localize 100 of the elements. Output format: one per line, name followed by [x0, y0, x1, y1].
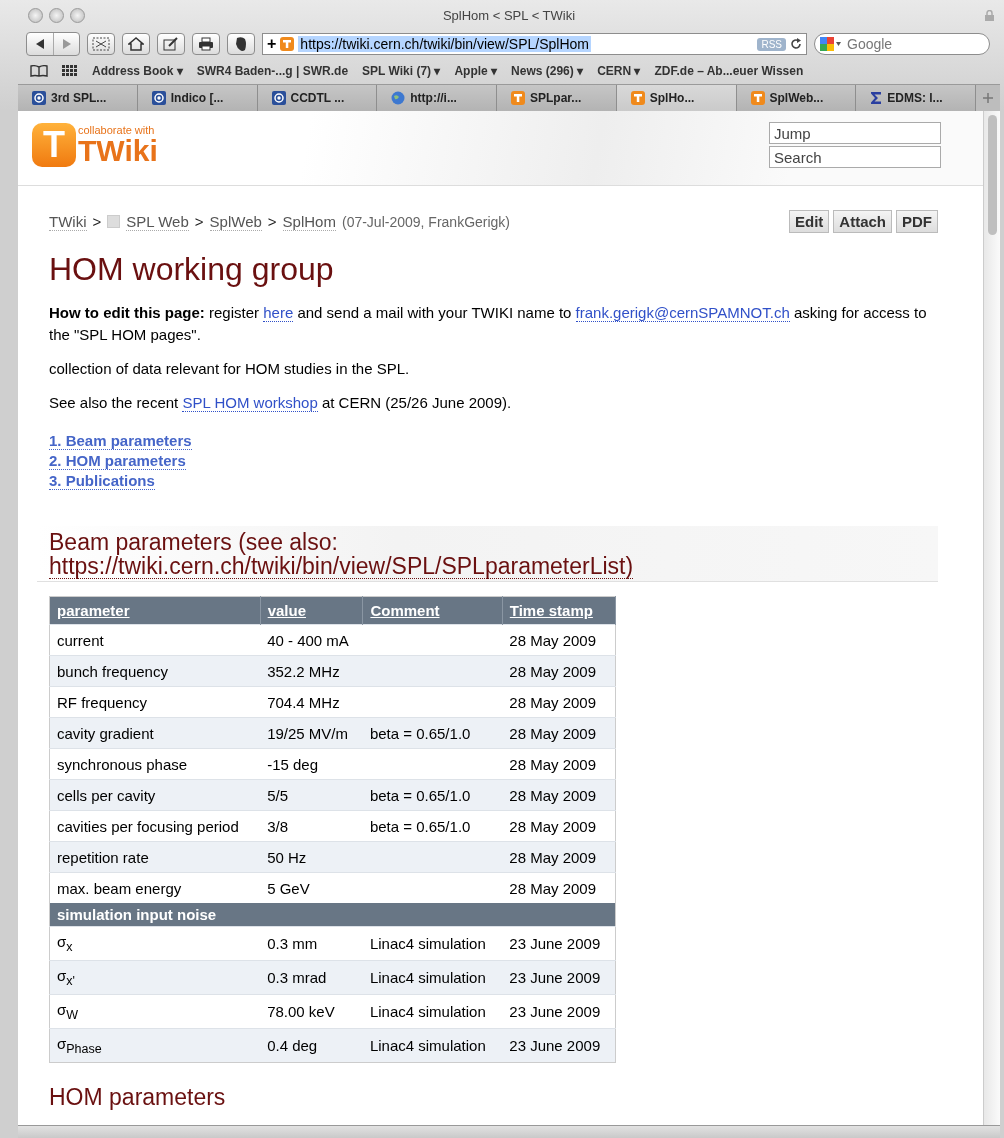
address-bar[interactable]: + https://twiki.cern.ch/twiki/bin/view/SPL/SplHom RSS [262, 33, 807, 55]
print-button[interactable] [192, 33, 220, 55]
globe-icon [391, 91, 406, 105]
scissors-icon [92, 37, 110, 51]
breadcrumb-link[interactable]: SplWeb [209, 212, 262, 231]
web-icon [107, 215, 121, 228]
breadcrumb-link[interactable]: SPL Web [126, 212, 189, 231]
search-field[interactable]: Google [814, 33, 990, 55]
table-cell: current [49, 624, 261, 656]
table-cell: σ$_{Phase}$ [49, 1028, 261, 1063]
table-cell: 352.2 MHz [260, 655, 363, 687]
table-cell: 28 May 2009 [502, 841, 616, 873]
table-cell: 704.4 MHz [260, 686, 363, 718]
book-icon[interactable] [30, 65, 48, 77]
snippet-button[interactable] [87, 33, 115, 55]
table-cell: max. beam energy [49, 872, 261, 903]
browser-tab[interactable]: CCDTL ... [257, 85, 378, 111]
table-cell: 3/8 [260, 810, 363, 842]
table-cell: 28 May 2009 [502, 624, 616, 656]
left-arrow-icon [35, 39, 45, 49]
cern-icon [271, 91, 286, 105]
text-link[interactable]: here [263, 304, 294, 322]
twiki-icon [630, 91, 645, 105]
table-cell: 28 May 2009 [502, 810, 616, 842]
table-cell: 78.00 keV [260, 994, 363, 1029]
bookmark-item[interactable]: Apple ▾ [454, 64, 498, 78]
jump-field[interactable]: Jump [769, 122, 941, 144]
bookmark-item[interactable]: Address Book ▾ [92, 64, 183, 78]
lock-icon [985, 9, 994, 21]
table-cell: 0.4 deg [260, 1028, 363, 1063]
table-cell: 23 June 2009 [502, 960, 616, 995]
paragraph: See also the recent SPL HOM workshop at CERN (25/26 June 2009). [49, 393, 513, 414]
bookmark-item[interactable]: ZDF.de – Ab...euer Wissen [654, 64, 804, 78]
logo-tagline: collaborate with [78, 124, 156, 136]
breadcrumb-link[interactable]: SplHom [282, 212, 336, 231]
sigma-icon [870, 91, 883, 105]
table-cell: cells per cavity [49, 779, 261, 811]
table-cell: σ$_{W}$ [49, 994, 261, 1029]
paragraph: collection of data relevant for HOM studies in the SPL. [49, 359, 411, 379]
action-button[interactable]: Edit [789, 210, 830, 233]
group-header: simulation input noise [49, 903, 261, 927]
table-cell: 23 June 2009 [502, 926, 616, 961]
text-link[interactable]: SPL HOM workshop [182, 394, 318, 412]
bookmark-item[interactable]: SPL Wiki (7) ▾ [362, 64, 441, 78]
elephant-icon [234, 36, 248, 52]
table-cell: 0.3 mrad [260, 960, 363, 995]
elephant-button[interactable] [227, 33, 255, 55]
breadcrumb-separator: > [194, 213, 204, 230]
table-cell: 28 May 2009 [502, 655, 616, 687]
breadcrumb-link[interactable]: TWiki [49, 212, 87, 231]
toc-link[interactable]: 2. HOM parameters [49, 452, 186, 470]
home-icon [128, 37, 144, 51]
table-cell: beta = 0.65/1.0 [362, 779, 503, 811]
table-cell: beta = 0.65/1.0 [362, 717, 503, 749]
browser-tab[interactable]: SplWeb... [736, 85, 857, 111]
browser-tab[interactable]: Indico [... [137, 85, 258, 111]
plus-icon [983, 93, 993, 103]
table-cell: cavity gradient [49, 717, 261, 749]
table-cell: 28 May 2009 [502, 779, 616, 811]
toc-link[interactable]: 1. Beam parameters [49, 432, 192, 450]
table-cell: 28 May 2009 [502, 872, 616, 903]
browser-tab[interactable]: 3rd SPL... [18, 85, 138, 111]
cern-icon [32, 91, 46, 105]
table-cell: σ$_{x}$ [49, 926, 261, 961]
table-cell: cavities per focusing period [49, 810, 261, 842]
heading-link[interactable]: https://twiki.cern.ch/twiki/bin/view/SPL/SPLparameterList) [49, 554, 634, 579]
grid-icon[interactable] [62, 65, 78, 77]
edit-button[interactable] [157, 33, 185, 55]
url-text: https://twiki.cern.ch/twiki/bin/view/SPL/SplHom [298, 36, 591, 52]
search-field[interactable]: Search [769, 146, 941, 168]
action-button[interactable]: Attach [833, 210, 892, 233]
table-cell: synchronous phase [49, 748, 261, 780]
bookmark-item[interactable]: News (296) ▾ [511, 64, 584, 78]
cern-icon [151, 91, 166, 105]
bookmark-item[interactable]: SWR4 Baden-...g | SWR.de [196, 64, 349, 78]
paragraph: How to edit this page: register here and send a mail with your TWIKI name to frank.gerigk@cernSPAMNOT.ch asking for access to the "SPL HOM pages". [49, 303, 928, 345]
reload-icon[interactable] [790, 38, 802, 50]
home-button[interactable] [122, 33, 150, 55]
toc-link[interactable]: 3. Publications [49, 472, 155, 490]
table-cell: 5/5 [260, 779, 363, 811]
bookmark-item[interactable]: CERN ▾ [597, 64, 641, 78]
browser-tab[interactable]: SPLpar... [497, 85, 617, 111]
browser-tab[interactable]: SplHo... [616, 85, 737, 111]
action-button[interactable]: PDF [896, 210, 938, 233]
twiki-icon [750, 91, 765, 105]
table-cell: 28 May 2009 [502, 748, 616, 780]
right-arrow-icon [62, 39, 71, 49]
browser-tab[interactable]: http://i... [377, 85, 497, 111]
scrollbar-thumb[interactable] [987, 115, 997, 235]
add-button[interactable]: + [267, 35, 277, 53]
table-cell: Linac4 simulation [362, 994, 503, 1029]
twiki-icon [511, 91, 525, 105]
table-cell: RF frequency [49, 686, 261, 718]
table-cell: σ$_{x'}$ [49, 960, 261, 995]
table-cell: bunch frequency [49, 655, 261, 687]
logo-name: TWiki [78, 135, 158, 166]
text-link[interactable]: frank.gerigk@cernSPAMNOT.ch [575, 304, 790, 322]
table-cell: Linac4 simulation [362, 926, 503, 961]
breadcrumb-separator: > [92, 213, 102, 230]
browser-tab[interactable]: EDMS: l... [856, 85, 976, 111]
